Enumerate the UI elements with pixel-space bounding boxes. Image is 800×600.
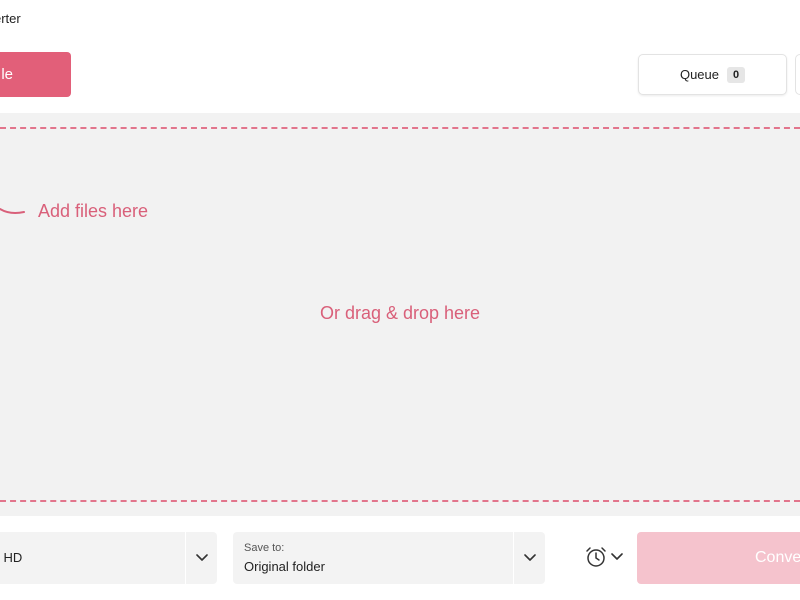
chevron-down-icon <box>611 553 623 560</box>
convert-button[interactable]: Conve <box>637 532 800 584</box>
convert-button-label: Conve <box>755 549 800 566</box>
queue-count-badge: 0 <box>727 66 746 83</box>
add-files-hint: Add files here <box>38 201 149 221</box>
queue-button[interactable]: Queue 0 <box>638 54 787 95</box>
add-file-button[interactable]: le <box>0 52 71 97</box>
bottom-bar: l HD Save to: Original folder <box>0 517 800 600</box>
chevron-down-icon[interactable] <box>524 554 536 562</box>
select-divider <box>513 532 514 584</box>
output-format-value: l HD <box>0 550 23 565</box>
select-divider <box>185 532 186 584</box>
curved-arrow-icon <box>0 208 25 214</box>
drop-zone-bottom-border <box>0 500 800 502</box>
title-bar: erter <box>0 0 800 40</box>
queue-label: Queue <box>679 67 720 82</box>
app-title: erter <box>0 11 21 26</box>
alarm-clock-icon <box>586 547 606 567</box>
overflow-toolbar-button[interactable] <box>795 54 800 95</box>
drop-zone-top-border <box>0 127 800 129</box>
save-to-value: Original folder <box>244 559 325 574</box>
save-to-select[interactable]: Save to: Original folder <box>233 532 545 584</box>
schedule-button[interactable] <box>584 545 626 571</box>
save-to-label: Save to: <box>244 542 285 554</box>
output-format-select[interactable]: l HD <box>0 532 217 584</box>
chevron-down-icon[interactable] <box>196 554 208 562</box>
drop-zone[interactable]: Add files here Or drag & drop here <box>0 113 800 516</box>
app-window: erter le Queue 0 Add files here Or drag … <box>0 0 800 600</box>
add-file-button-label: le <box>1 66 13 83</box>
drag-drop-hint: Or drag & drop here <box>319 303 481 323</box>
